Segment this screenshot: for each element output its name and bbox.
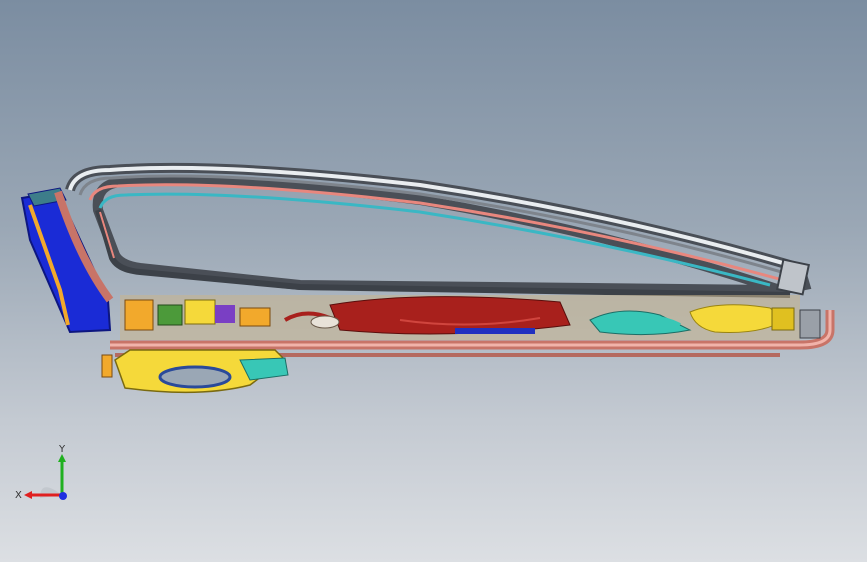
window-frame xyxy=(65,162,812,298)
internal-modules xyxy=(120,295,821,340)
cad-viewport[interactable]: Y X xyxy=(0,0,867,562)
y-axis-label: Y xyxy=(58,444,66,455)
coordinate-triad: Y X xyxy=(15,444,67,501)
y-axis-arrow xyxy=(58,454,66,462)
x-axis-arrow xyxy=(24,491,32,499)
door-frame-assembly-model[interactable] xyxy=(0,0,867,562)
x-axis-label: X xyxy=(15,490,22,501)
z-axis xyxy=(59,492,67,500)
lower-bracket-module xyxy=(101,349,289,394)
